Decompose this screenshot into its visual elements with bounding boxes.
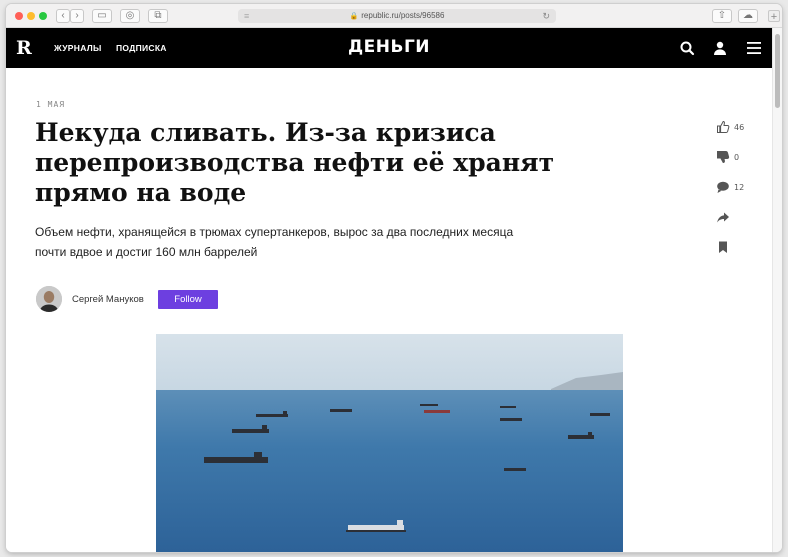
browser-toolbar: ‹ › ▭ ◎ ⧉ ≡ 🔒 republic.ru/posts/96586 ↻ ⇧… xyxy=(6,4,782,28)
menu-icon[interactable] xyxy=(746,40,762,56)
tankers-at-sea-image xyxy=(156,334,623,552)
thumbs-down-icon xyxy=(717,151,730,164)
browser-window: ‹ › ▭ ◎ ⧉ ≡ 🔒 republic.ru/posts/96586 ↻ ⇧… xyxy=(6,4,782,552)
cloud-tabs-icon[interactable]: ☁ xyxy=(738,9,758,23)
bookmark-icon xyxy=(719,241,727,253)
share-arrow-icon xyxy=(717,212,729,223)
dislike-button[interactable]: 0 xyxy=(716,150,756,166)
back-button[interactable]: ‹ xyxy=(56,9,70,23)
article-date: 1 МАЯ xyxy=(36,100,66,109)
user-icon[interactable] xyxy=(712,40,728,56)
address-url: republic.ru/posts/96586 xyxy=(361,11,445,20)
search-icon[interactable] xyxy=(679,40,695,56)
section-brand[interactable]: ДЕНЬГИ xyxy=(6,37,772,57)
dislike-count: 0 xyxy=(734,153,740,162)
comment-icon xyxy=(717,181,729,193)
article-title-bold: Некуда сливать. xyxy=(35,118,277,147)
like-button[interactable]: 46 xyxy=(716,120,756,136)
lock-icon: 🔒 xyxy=(349,13,359,20)
article-lead: Объем нефти, хранящейся в трюмах суперта… xyxy=(35,225,514,259)
privacy-report-icon[interactable]: ◎ xyxy=(120,9,140,23)
article-page: 1 МАЯ Некуда сливать. Из-за кризиса пере… xyxy=(6,68,772,552)
share-icon[interactable]: ⇧ xyxy=(712,9,732,23)
reader-mode-icon[interactable]: ≡ xyxy=(244,9,249,23)
forward-button[interactable]: › xyxy=(70,9,84,23)
page-scrollbar[interactable] xyxy=(772,28,782,552)
author-name[interactable]: Сергей Мануков xyxy=(72,294,144,305)
like-count: 46 xyxy=(734,123,745,132)
article-title: Некуда сливать. Из-за кризиса перепроизв… xyxy=(35,118,635,208)
new-tab-button[interactable]: + xyxy=(768,10,780,23)
address-bar[interactable]: ≡ 🔒 republic.ru/posts/96586 ↻ xyxy=(238,9,556,23)
sidebar-toggle-icon[interactable]: ▭ xyxy=(92,9,112,23)
scrollbar-thumb[interactable] xyxy=(775,34,780,108)
zoom-window-button[interactable] xyxy=(39,12,47,20)
tab-overview-icon[interactable]: ⧉ xyxy=(148,9,168,23)
author-avatar[interactable] xyxy=(36,286,62,312)
minimize-window-button[interactable] xyxy=(27,12,35,20)
reload-icon[interactable]: ↻ xyxy=(542,9,550,23)
comments-button[interactable]: 12 xyxy=(716,180,756,196)
bookmark-button[interactable] xyxy=(716,240,732,256)
thumbs-up-icon xyxy=(717,120,730,133)
site-header: R ЖУРНАЛЫ ПОДПИСКА ДЕНЬГИ xyxy=(6,28,772,68)
close-window-button[interactable] xyxy=(15,12,23,20)
share-button[interactable] xyxy=(716,210,732,226)
comment-count: 12 xyxy=(734,183,745,192)
article-photo xyxy=(156,334,623,552)
follow-button[interactable]: Follow xyxy=(158,290,218,309)
